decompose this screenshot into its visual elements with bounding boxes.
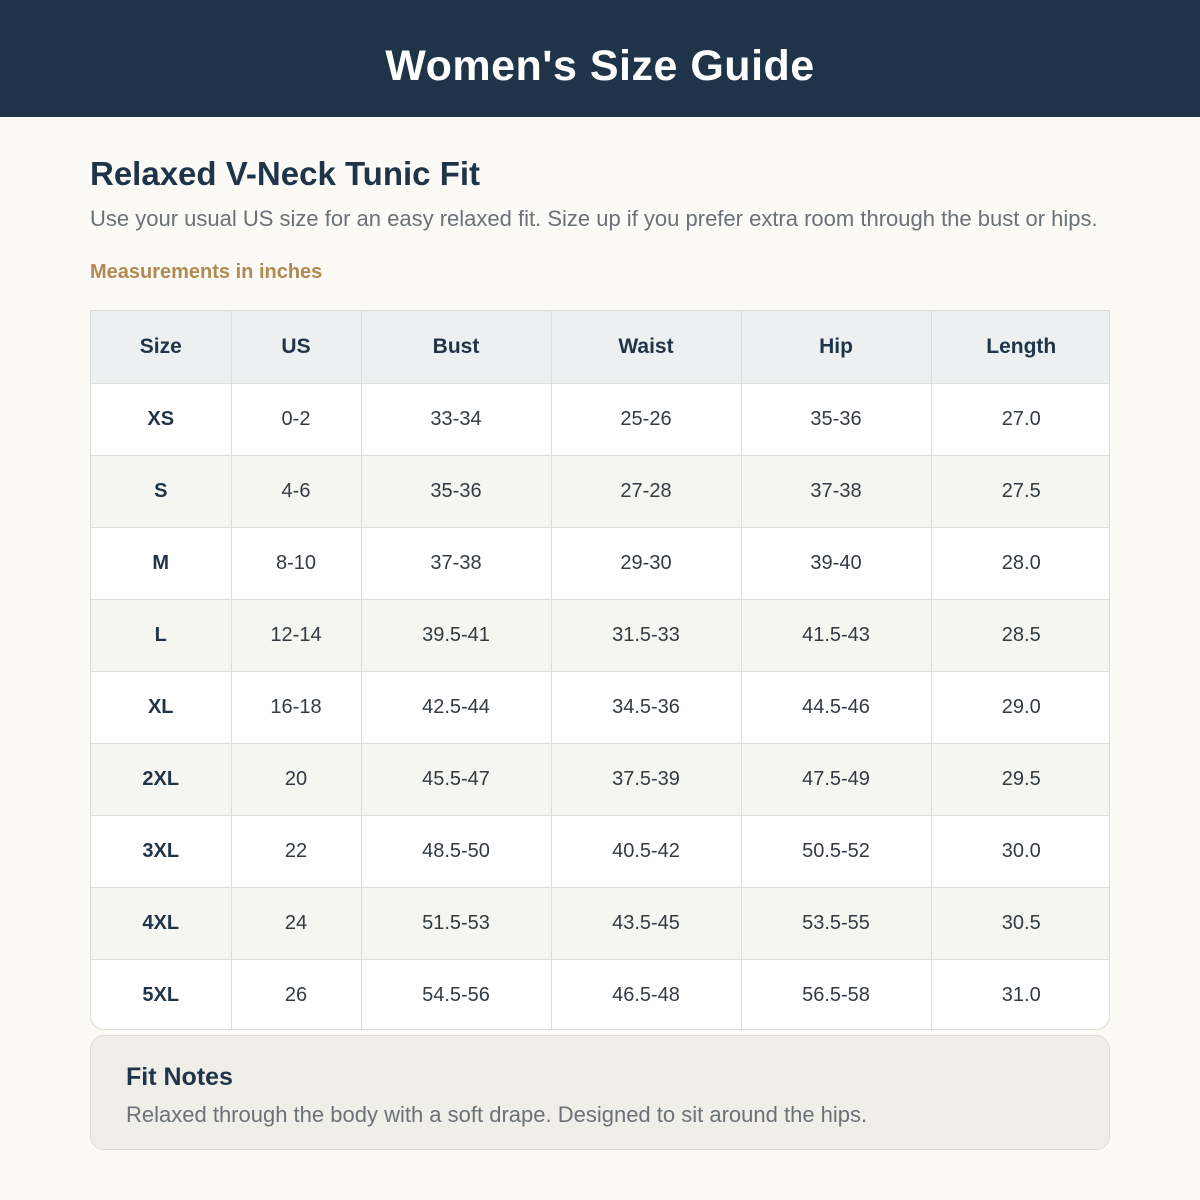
cell-waist: 40.5-42 [550,815,741,888]
cell-size: M [91,527,231,600]
cell-bust: 51.5-53 [360,887,551,960]
cell-waist: 29-30 [550,527,741,600]
table-header-row: Size US Bust Waist Hip Length [91,311,1109,384]
column-header-us: US [230,311,361,384]
column-header-size: Size [91,311,231,384]
cell-size: 4XL [91,887,231,960]
cell-us: 12-14 [230,599,361,672]
cell-waist: 43.5-45 [550,887,741,960]
cell-hip: 44.5-46 [740,671,931,744]
cell-hip: 53.5-55 [740,887,931,960]
table-row: XS 0-2 33-34 25-26 35-36 27.0 [91,383,1109,456]
cell-hip: 35-36 [740,383,931,456]
table-row: XL 16-18 42.5-44 34.5-36 44.5-46 29.0 [91,671,1109,744]
cell-hip: 41.5-43 [740,599,931,672]
table-row: L 12-14 39.5-41 31.5-33 41.5-43 28.5 [91,599,1109,672]
page-title: Women's Size Guide [385,42,815,90]
cell-bust: 54.5-56 [360,959,551,1029]
cell-length: 27.0 [930,383,1109,456]
table-row: M 8-10 37-38 29-30 39-40 28.0 [91,527,1109,600]
cell-size: XS [147,408,175,430]
table-header: Size US Bust Waist Hip Length [91,311,1109,384]
cell-bust: 33-34 [360,383,551,456]
cell-waist: 27-28 [550,455,741,528]
column-header-waist: Waist [550,311,741,384]
cell-us: 26 [230,959,361,1029]
column-header-hip: Hip [740,311,931,384]
cell-waist: 46.5-48 [550,959,741,1029]
fit-notes-card: Fit Notes Relaxed through the body with … [90,1035,1110,1150]
cell-hip: 56.5-58 [740,959,931,1029]
table-row: 2XL 20 45.5-47 37.5-39 47.5-49 29.5 [91,743,1109,816]
cell-us: 16-18 [230,671,361,744]
fit-notes-text: Relaxed through the body with a soft dra… [126,1102,868,1127]
cell-length: 30.0 [930,815,1109,888]
cell-hip: 39-40 [740,527,931,600]
cell-size: 2XL [91,743,231,816]
fit-title: Relaxed V-Neck Tunic Fit [90,155,481,192]
cell-hip: 50.5-52 [740,815,931,888]
cell-length: 31.0 [930,959,1109,1029]
fit-description: Use your usual US size for an easy relax… [90,206,1098,231]
table-row: 3XL 22 48.5-50 40.5-42 50.5-52 30.0 [91,815,1109,888]
units-label: Measurements in inches [90,261,323,283]
cell-us: 8-10 [230,527,361,600]
page-header: Women's Size Guide [0,0,1200,117]
cell-size: XL [91,671,231,744]
cell-length: 27.5 [930,455,1109,528]
main-content: Relaxed V-Neck Tunic Fit Use your usual … [0,117,1200,1200]
table-row: S 4-6 35-36 27-28 37-38 27.5 [91,455,1109,528]
cell-us: 4-6 [230,455,361,528]
fit-notes-title: Fit Notes [126,1063,233,1091]
size-chart-table-container: Size US Bust Waist Hip Length XS 0-2 33-34… [90,310,1110,1030]
cell-length: 29.5 [930,743,1109,816]
cell-waist: 37.5-39 [550,743,741,816]
table-row: 5XL 26 54.5-56 46.5-48 56.5-58 31.0 [91,959,1109,1029]
size-chart-table: Size US Bust Waist Hip Length XS 0-2 33-34… [91,311,1109,1029]
cell-bust: 42.5-44 [360,671,551,744]
cell-length: 28.0 [930,527,1109,600]
cell-us: 20 [230,743,361,816]
table-body: XS 0-2 33-34 25-26 35-36 27.0 S 4-6 35-36 27-28 37… [91,383,1109,1029]
cell-length: 29.0 [930,671,1109,744]
cell-size: 5XL [91,959,231,1029]
cell-waist: 31.5-33 [550,599,741,672]
cell-us: 0-2 [230,383,361,456]
cell-hip: 47.5-49 [740,743,931,816]
cell-us: 22 [230,815,361,888]
cell-bust: 45.5-47 [360,743,551,816]
table-row: 4XL 24 51.5-53 43.5-45 53.5-55 30.5 [91,887,1109,960]
column-header-bust: Bust [360,311,551,384]
cell-bust: 37-38 [360,527,551,600]
cell-length: 28.5 [930,599,1109,672]
cell-waist: 25-26 [550,383,741,456]
column-header-length: Length [930,311,1109,384]
cell-bust: 39.5-41 [360,599,551,672]
cell-size: L [91,599,231,672]
cell-bust: 48.5-50 [360,815,551,888]
cell-size: 3XL [91,815,231,888]
cell-hip: 37-38 [740,455,931,528]
cell-us: 24 [230,887,361,960]
cell-waist: 34.5-36 [550,671,741,744]
cell-length: 30.5 [930,887,1109,960]
cell-bust: 35-36 [360,455,551,528]
cell-size: S [91,455,231,528]
